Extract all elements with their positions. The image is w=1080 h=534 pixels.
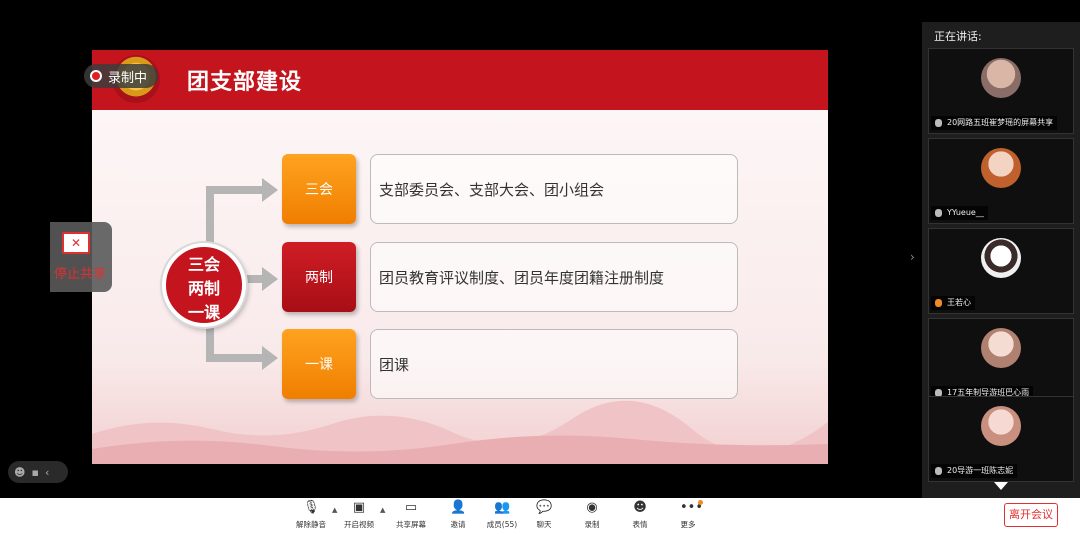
- chat-small-icon[interactable]: ▪: [31, 466, 38, 479]
- share-screen-icon: ▭: [404, 500, 418, 515]
- members-icon: 👥: [494, 500, 511, 515]
- tag-box-yike: 一课: [282, 329, 356, 399]
- annotation-tools[interactable]: ☻ ▪ ‹: [8, 461, 68, 483]
- center-line-3: 一课: [187, 303, 220, 322]
- mute-button[interactable]: 🎙 解除静音: [286, 501, 336, 533]
- desc-box-yike: 团课: [370, 329, 738, 399]
- stop-share-button[interactable]: ✕ 停止共享: [50, 222, 112, 292]
- center-circle: 三会 两制 一课: [162, 243, 246, 327]
- participant-tile[interactable]: 20导游一班陈志妮: [928, 396, 1074, 482]
- participant-name: 20导游一班陈志妮: [931, 464, 1018, 478]
- shared-slide: 团支部建设 三会 两制 一课 三会 支部委员会、支部大会、团小组会 两制 团员教…: [92, 50, 828, 464]
- recording-indicator[interactable]: 录制中: [84, 64, 158, 88]
- chat-icon: 💬: [536, 500, 553, 515]
- desc-box-liangzhi: 团员教育评议制度、团员年度团籍注册制度: [370, 242, 738, 312]
- tag-box-sanhui: 三会: [282, 154, 356, 224]
- speaking-label: 正在讲话:: [934, 30, 982, 43]
- participant-name: YYueue__: [931, 206, 988, 220]
- meeting-window: 团支部建设 三会 两制 一课 三会 支部委员会、支部大会、团小组会 两制 团员教…: [0, 0, 1080, 534]
- more-button[interactable]: ••• 更多: [663, 501, 713, 533]
- chat-button[interactable]: 💬 聊天: [519, 501, 569, 533]
- leave-meeting-button[interactable]: 离开会议: [1004, 503, 1058, 527]
- invite-button[interactable]: 👤 邀请: [433, 501, 483, 533]
- participant-tile[interactable]: 20网路五班崔梦瑶的屏幕共享: [928, 48, 1074, 134]
- more-icon: •••: [680, 500, 704, 515]
- participant-name: 王若心: [931, 296, 975, 310]
- mic-muted-small-icon: [935, 209, 942, 217]
- participant-tile[interactable]: 王若心: [928, 228, 1074, 314]
- invite-icon: 👤: [450, 500, 467, 515]
- user-small-icon: [935, 299, 942, 307]
- avatar: [981, 58, 1021, 98]
- center-line-1: 三会: [187, 255, 220, 274]
- meeting-toolbar: 🎙 解除静音 ▲ ▣ 开启视频 ▲ ▭ 共享屏幕 👤 邀请 👥 成员(55) 💬…: [0, 498, 1080, 534]
- desc-box-sanhui: 支部委员会、支部大会、团小组会: [370, 154, 738, 224]
- participant-tile[interactable]: YYueue__: [928, 138, 1074, 224]
- participant-tile[interactable]: 17五年制导游班巴心雨: [928, 318, 1074, 404]
- recording-label: 录制中: [108, 70, 148, 86]
- emoji-small-icon[interactable]: ☻: [14, 466, 25, 479]
- avatar: [981, 148, 1021, 188]
- mic-muted-icon: 🎙: [303, 500, 320, 515]
- stop-share-icon: ✕: [62, 232, 90, 254]
- mic-muted-small-icon: [935, 467, 942, 475]
- avatar: [981, 406, 1021, 446]
- tag-box-liangzhi: 两制: [282, 242, 356, 312]
- share-screen-button[interactable]: ▭ 共享屏幕: [386, 501, 436, 533]
- center-line-2: 两制: [187, 279, 220, 298]
- panel-expand-icon[interactable]: ›: [910, 250, 915, 264]
- record-button[interactable]: ◉ 录制: [567, 501, 617, 533]
- recording-dot-icon: [90, 70, 102, 82]
- scroll-down-icon[interactable]: [994, 482, 1008, 490]
- participants-panel: 正在讲话: 20网路五班崔梦瑶的屏幕共享 YYueue__ 王若心 17五年制导…: [922, 22, 1080, 498]
- participant-name: 20网路五班崔梦瑶的屏幕共享: [931, 116, 1058, 130]
- avatar: [981, 238, 1021, 278]
- record-icon: ◉: [586, 500, 598, 515]
- avatar: [981, 328, 1021, 368]
- video-options-caret-icon[interactable]: ▲: [380, 506, 385, 514]
- video-button[interactable]: ▣ 开启视频: [334, 501, 384, 533]
- notification-dot: [698, 500, 703, 505]
- stop-share-label: 停止共享: [53, 267, 106, 282]
- emoji-icon: ☻: [633, 500, 647, 515]
- collapse-icon[interactable]: ‹: [45, 466, 49, 479]
- reaction-button[interactable]: ☻ 表情: [615, 501, 665, 533]
- camera-off-icon: ▣: [352, 500, 366, 515]
- share-screen-small-icon: [935, 119, 942, 127]
